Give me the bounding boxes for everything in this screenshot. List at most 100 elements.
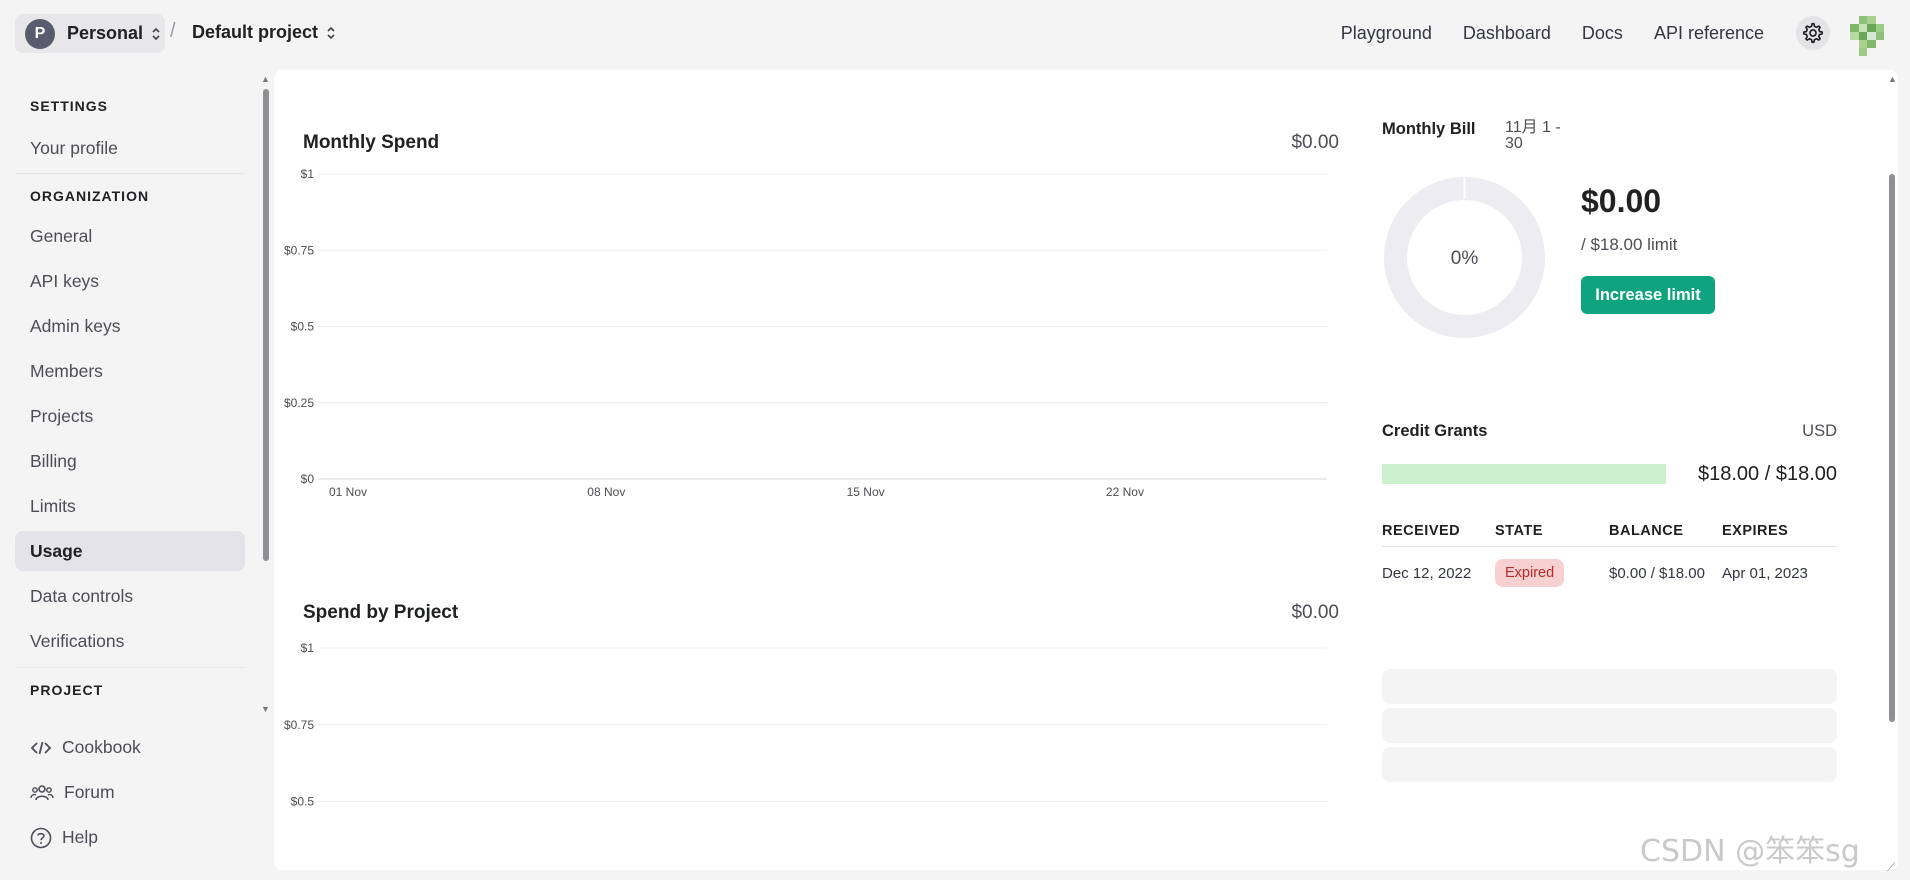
column-header-expires: EXPIRES <box>1722 522 1789 539</box>
watermark: CSDN @笨笨sg <box>1640 834 1860 869</box>
sidebar-item-limits[interactable]: Limits <box>15 486 245 526</box>
scrollbar-thumb[interactable] <box>263 89 269 561</box>
credit-grants-currency: USD <box>1802 422 1837 440</box>
y-tick-label: $0.75 <box>284 243 314 257</box>
sidebar-item-usage[interactable]: Usage <box>15 531 245 571</box>
sidebar-scrollbar[interactable]: ▲ ▼ <box>260 74 270 714</box>
spend-by-project-chart: $1$0.75$0.5$0.25 <box>284 641 1327 809</box>
section-title-settings: SETTINGS <box>30 98 109 114</box>
cell-received: Dec 12, 2022 <box>1382 564 1472 582</box>
sidebar: SETTINGS Your profile ORGANIZATION Gener… <box>15 78 245 698</box>
monthly-bill-amount: $0.00 <box>1581 183 1662 219</box>
top-bar: P Personal / Default project Playground … <box>0 0 1910 68</box>
table-row: Dec 12, 2022 Expired $0.00 / $18.00 Apr … <box>1382 547 1837 599</box>
sidebar-item-label: Your profile <box>30 137 118 158</box>
help-icon <box>30 827 52 848</box>
sidebar-item-label: Usage <box>30 540 83 561</box>
loading-skeleton <box>1382 747 1837 782</box>
project-name: Default project <box>192 22 319 42</box>
scroll-down-arrow-icon[interactable]: ▼ <box>261 704 270 714</box>
x-tick-label: 08 Nov <box>587 485 625 499</box>
y-tick-label: $0.5 <box>291 795 315 809</box>
sidebar-item-label: General <box>30 225 93 246</box>
table-header: RECEIVED STATE BALANCE EXPIRES <box>1382 515 1837 547</box>
sidebar-item-label: API keys <box>30 270 100 291</box>
loading-skeleton <box>1382 669 1837 704</box>
sidebar-item-label: Projects <box>30 405 94 426</box>
cell-state: Expired <box>1495 559 1609 587</box>
x-tick-label: 01 Nov <box>329 485 367 499</box>
resize-grip-icon[interactable]: ⟋ <box>1887 860 1895 875</box>
nav-docs[interactable]: Docs <box>1582 23 1623 44</box>
organization-selector[interactable]: P Personal <box>15 14 165 53</box>
code-icon <box>30 741 52 754</box>
donut-percent-label: 0% <box>1451 248 1479 269</box>
section-title-project: PROJECT <box>30 682 104 698</box>
footer-link-label: Help <box>62 827 98 847</box>
sidebar-item-label: Data controls <box>30 585 134 606</box>
credit-grants-bar <box>1382 464 1666 484</box>
credit-grants-table: RECEIVED STATE BALANCE EXPIRES Dec 12, 2… <box>1382 515 1837 599</box>
credit-grants-title: Credit Grants <box>1382 422 1488 440</box>
main-scrollbar[interactable]: ▲ <box>1886 74 1898 864</box>
column-header-received: RECEIVED <box>1382 522 1461 539</box>
spend-by-project-card: Spend by Project $0.00 $1$0.75$0.5$0.25 <box>274 540 1339 870</box>
nav-dashboard[interactable]: Dashboard <box>1463 23 1551 44</box>
org-name: Personal <box>67 23 144 43</box>
chevron-up-down-icon <box>326 25 336 41</box>
sidebar-item-general[interactable]: General <box>15 216 245 256</box>
footer-link-forum[interactable]: Forum <box>15 770 245 815</box>
project-selector[interactable]: Default project <box>192 22 336 43</box>
top-nav: Playground Dashboard Docs API reference <box>1341 23 1764 44</box>
scroll-up-arrow-icon[interactable]: ▲ <box>261 74 270 84</box>
sidebar-item-billing[interactable]: Billing <box>15 441 245 481</box>
column-header-balance: BALANCE <box>1609 522 1684 539</box>
sidebar-item-your-profile[interactable]: Your profile <box>15 128 245 168</box>
settings-button[interactable] <box>1796 16 1830 50</box>
sidebar-item-members[interactable]: Members <box>15 351 245 391</box>
sidebar-item-data-controls[interactable]: Data controls <box>15 576 245 616</box>
sidebar-item-admin-keys[interactable]: Admin keys <box>15 306 245 346</box>
monthly-spend-card: Monthly Spend $0.00 $1 $0.75 $0.5 $0.25 $0 01… <box>274 70 1339 550</box>
user-avatar-icon[interactable] <box>1850 16 1884 56</box>
credit-grants-bar-fill <box>1382 464 1666 484</box>
monthly-bill-range: 11月 1 - 30 <box>1505 119 1561 152</box>
sidebar-item-label: Admin keys <box>30 315 121 336</box>
divider <box>15 173 245 174</box>
footer-link-cookbook[interactable]: Cookbook <box>15 725 245 770</box>
x-tick-label: 15 Nov <box>847 485 885 499</box>
y-tick-label: $0 <box>301 472 315 486</box>
x-tick-label: 22 Nov <box>1106 485 1144 499</box>
usage-main-panel: Monthly Spend $0.00 $1 $0.75 $0.5 $0.25 $0 01… <box>274 70 1898 870</box>
cell-balance: $0.00 / $18.00 <box>1609 564 1705 582</box>
section-title-organization: ORGANIZATION <box>30 188 150 204</box>
org-avatar: P <box>25 18 55 49</box>
sidebar-footer: Cookbook Forum Help <box>15 725 245 860</box>
status-badge: Expired <box>1495 559 1565 587</box>
sidebar-item-projects[interactable]: Projects <box>15 396 245 436</box>
monthly-bill-label: Monthly Bill <box>1382 120 1476 138</box>
increase-limit-button[interactable]: Increase limit <box>1581 276 1715 314</box>
footer-link-help[interactable]: Help <box>15 815 245 860</box>
scroll-up-arrow-icon[interactable]: ▲ <box>1888 74 1897 84</box>
sidebar-item-verifications[interactable]: Verifications <box>15 621 245 661</box>
footer-link-label: Forum <box>64 782 115 802</box>
footer-link-label: Cookbook <box>62 737 141 757</box>
y-tick-label: $1 <box>301 167 315 181</box>
chevron-up-down-icon <box>151 26 161 42</box>
y-tick-label: $0.5 <box>291 320 315 334</box>
nav-playground[interactable]: Playground <box>1341 23 1432 44</box>
y-tick-label: $0.25 <box>284 396 314 410</box>
sidebar-item-label: Limits <box>30 495 76 516</box>
loading-skeleton <box>1382 708 1837 743</box>
monthly-bill-limit: / $18.00 limit <box>1581 235 1678 254</box>
gear-icon <box>1803 22 1823 44</box>
nav-api-reference[interactable]: API reference <box>1654 23 1764 44</box>
breadcrumb-separator: / <box>170 20 176 42</box>
sidebar-item-label: Billing <box>30 450 77 471</box>
scrollbar-thumb[interactable] <box>1889 174 1895 722</box>
users-icon <box>30 784 54 800</box>
sidebar-item-api-keys[interactable]: API keys <box>15 261 245 301</box>
column-header-state: STATE <box>1495 522 1543 539</box>
y-tick-label: $1 <box>301 641 315 655</box>
